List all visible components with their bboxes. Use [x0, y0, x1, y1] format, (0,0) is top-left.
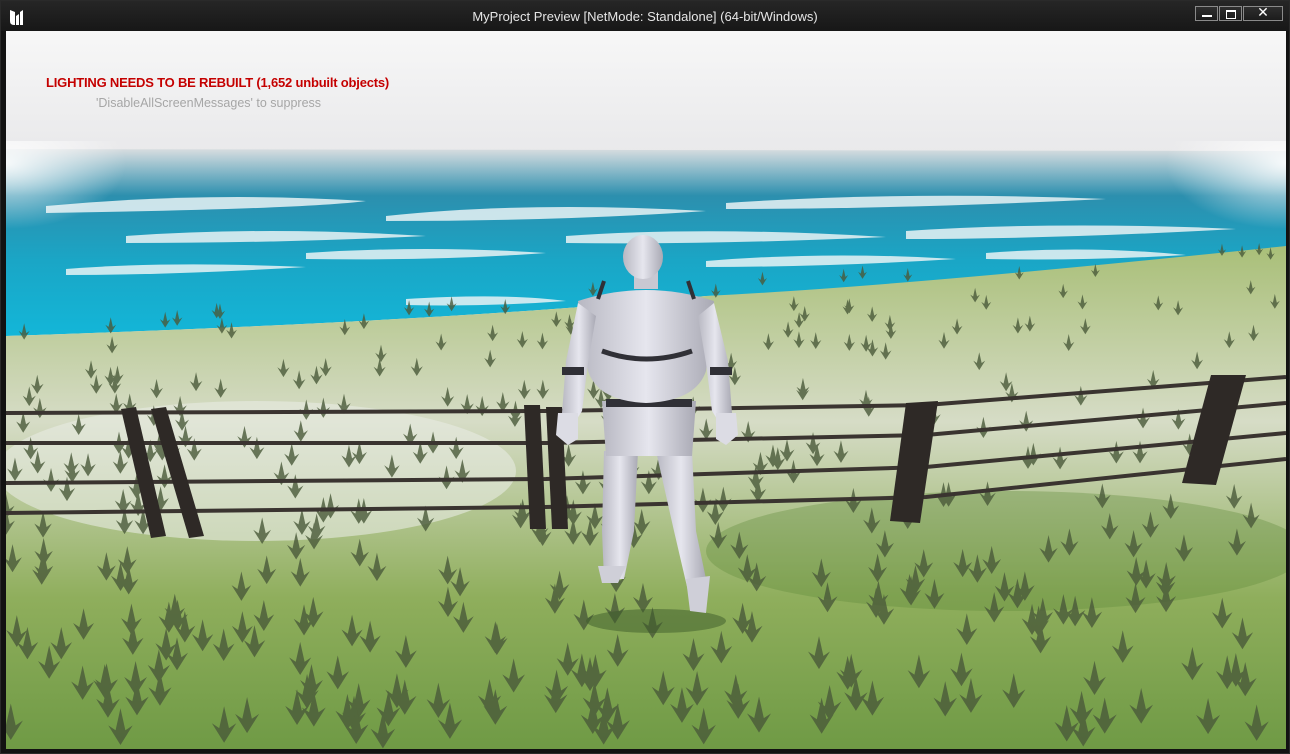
shadow-patch — [706, 491, 1286, 611]
game-viewport[interactable]: LIGHTING NEEDS TO BE REBUILT (1,652 unbu… — [6, 31, 1286, 749]
game-window: MyProject Preview [NetMode: Standalone] … — [0, 0, 1290, 754]
suppress-hint-message: 'DisableAllScreenMessages' to suppress — [96, 96, 322, 110]
close-button[interactable]: ✕ — [1243, 5, 1283, 21]
horizon-haze-right — [1086, 141, 1286, 251]
horizon-haze-left — [6, 141, 206, 251]
sunlit-patch — [6, 401, 516, 541]
close-icon: ✕ — [1257, 5, 1269, 21]
maximize-button[interactable] — [1219, 6, 1242, 21]
lighting-warning-message: LIGHTING NEEDS TO BE REBUILT (1,652 unbu… — [46, 75, 390, 90]
window-title: MyProject Preview [NetMode: Standalone] … — [472, 9, 818, 24]
game-scene — [6, 31, 1286, 749]
minimize-button[interactable] — [1195, 6, 1218, 21]
title-bar[interactable]: MyProject Preview [NetMode: Standalone] … — [1, 1, 1289, 31]
